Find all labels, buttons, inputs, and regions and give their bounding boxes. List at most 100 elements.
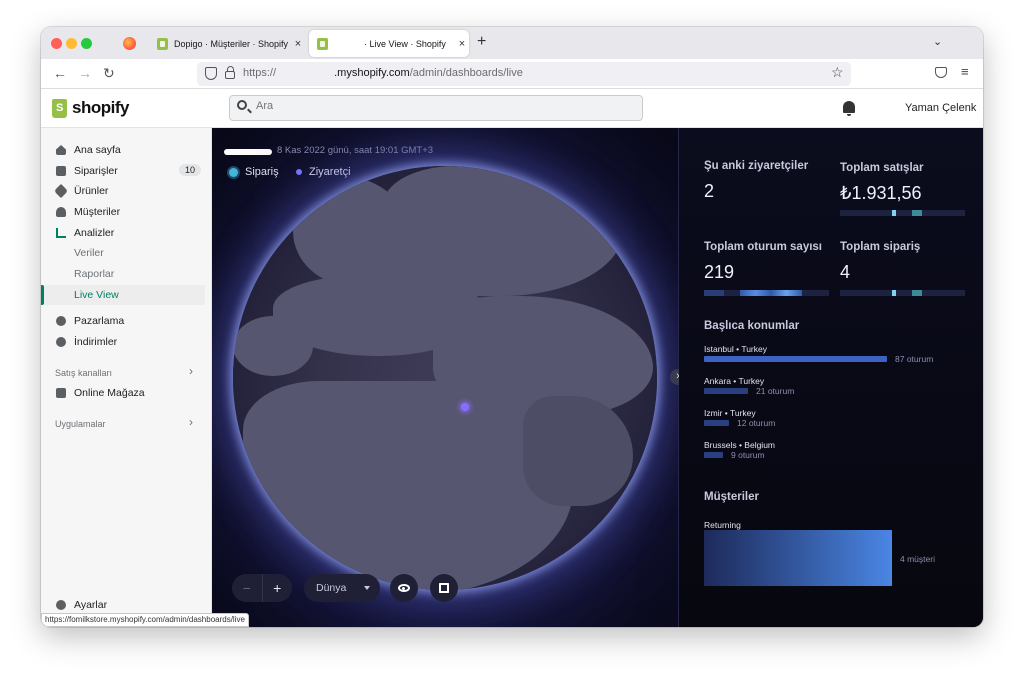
maximize-window-button[interactable] (81, 38, 92, 49)
firefox-icon (123, 37, 136, 50)
sidebar-item-reports-data[interactable]: Veriler (41, 243, 212, 263)
zoom-out-button[interactable]: − (232, 580, 262, 596)
close-tab-icon[interactable]: × (455, 38, 469, 50)
visibility-toggle-button[interactable] (390, 574, 418, 602)
total-orders-label: Toplam sipariş (840, 241, 921, 253)
browser-window: Dopigo · Müşteriler · Shopify × · Live V… (41, 27, 983, 627)
location-session-count: 12 oturum (737, 418, 776, 428)
top-locations-heading: Başlıca konumlar (704, 320, 800, 332)
sidebar-item-orders[interactable]: Siparişler 10 (41, 161, 212, 181)
total-sales-label: Toplam satışlar (840, 162, 924, 174)
back-arrow-icon[interactable]: ← (53, 65, 67, 81)
url-text[interactable]: https:// .myshopify.com/admin/dashboards… (243, 67, 523, 79)
sidebar-item-settings[interactable]: Ayarlar (41, 595, 212, 615)
sales-sparkline (840, 210, 965, 216)
menu-icon[interactable]: ≡ (961, 64, 969, 79)
tag-icon (53, 183, 69, 199)
location-session-count: 21 oturum (756, 386, 795, 396)
sidebar-item-live-view[interactable]: Live View (41, 285, 205, 305)
sidebar-item-label: Ana sayfa (74, 144, 121, 156)
visitor-dot-icon (296, 169, 302, 175)
sidebar-item-label: Online Mağaza (74, 387, 145, 399)
current-visitors-value: 2 (704, 181, 715, 201)
legend-orders-label: Sipariş (245, 166, 279, 178)
notification-bell-icon[interactable] (843, 101, 855, 116)
location-name: Istanbul • Turkey (704, 344, 767, 354)
sidebar-item-products[interactable]: Ürünler (41, 181, 212, 201)
sidebar-item-discounts[interactable]: İndirimler (41, 332, 212, 352)
tab-strip: Dopigo · Müşteriler · Shopify × · Live V… (41, 27, 983, 59)
visitor-location-marker[interactable] (461, 403, 469, 411)
sparkline-segment (704, 290, 724, 296)
search-input[interactable] (256, 100, 626, 112)
shopify-bag-icon (52, 98, 67, 118)
tab-customers[interactable]: Dopigo · Müşteriler · Shopify × (149, 30, 305, 57)
url-prefix: https:// (243, 67, 277, 79)
search-icon (237, 100, 247, 110)
zoom-in-button[interactable]: + (263, 580, 293, 596)
zoom-control: − + (232, 574, 292, 602)
location-session-bar (704, 420, 729, 426)
sidebar-item-label: Analizler (74, 227, 115, 239)
location-session-count: 9 oturum (731, 450, 765, 460)
sidebar-item-label: Live View (74, 289, 119, 301)
sidebar-item-label: Müşteriler (74, 206, 121, 218)
apps-heading: Uygulamalar (55, 419, 106, 429)
caret-down-icon (364, 586, 370, 590)
tab-live-view[interactable]: · Live View · Shopify × (309, 30, 469, 57)
sidebar-item-customers[interactable]: Müşteriler (41, 202, 212, 222)
sidebar-item-label: Ürünler (74, 185, 109, 197)
order-dot-icon (229, 167, 238, 177)
person-icon (56, 207, 66, 217)
metrics-panel: Şu anki ziyaretçiler 2 Toplam satışlar ₺… (679, 128, 983, 627)
sidebar-item-reports[interactable]: Raporlar (41, 264, 212, 284)
shopify-topbar: shopify Yaman Çelenk (41, 89, 983, 128)
location-session-bar (704, 356, 887, 362)
minimize-window-button[interactable] (66, 38, 77, 49)
globe-panel: 8 Kas 2022 günü, saat 19:01 GMT+3 Sipari… (212, 128, 678, 627)
close-tab-icon[interactable]: × (291, 38, 305, 50)
gear-icon (56, 600, 66, 610)
view-select[interactable]: Dünya (304, 574, 380, 602)
world-globe[interactable] (233, 166, 657, 590)
sidebar-item-analytics[interactable]: Analizler (41, 223, 212, 243)
customers-heading: Müşteriler (704, 491, 759, 503)
sidebar-item-marketing[interactable]: Pazarlama (41, 311, 212, 331)
address-bar[interactable]: https:// .myshopify.com/admin/dashboards… (197, 62, 851, 86)
reload-icon[interactable]: ↻ (103, 65, 115, 82)
list-tabs-chevron-icon[interactable]: ⌄ (933, 35, 942, 48)
user-name[interactable]: Yaman Çelenk (905, 102, 976, 114)
shopify-logo[interactable]: shopify (52, 98, 129, 118)
sidebar-item-home[interactable]: Ana sayfa (41, 140, 212, 160)
fullscreen-icon (439, 583, 449, 593)
chevron-right-icon[interactable]: › (189, 364, 193, 378)
sales-channels-heading: Satış kanalları (55, 368, 113, 378)
new-tab-icon[interactable]: + (477, 33, 486, 51)
home-icon (56, 145, 66, 155)
bookmark-star-icon[interactable]: ☆ (831, 64, 844, 81)
pocket-icon[interactable] (935, 67, 947, 78)
search-bar[interactable] (229, 95, 643, 121)
total-sessions-value: 219 (704, 262, 735, 282)
sidebar-item-online-store[interactable]: Online Mağaza (41, 383, 212, 403)
close-window-button[interactable] (51, 38, 62, 49)
sparkline-segment (892, 290, 896, 296)
legend-orders: Sipariş (229, 166, 279, 178)
sidebar-item-label: Ayarlar (74, 599, 108, 611)
sidebar-item-label: İndirimler (74, 336, 118, 348)
link-status-bar: https://fomilkstore.myshopify.com/admin/… (41, 613, 249, 627)
logo-text: shopify (72, 98, 129, 117)
shopify-favicon-icon (317, 37, 328, 50)
tracking-shield-icon[interactable] (205, 67, 217, 80)
live-date-text: 8 Kas 2022 günü, saat 19:01 GMT+3 (277, 145, 434, 156)
marketing-icon (56, 316, 66, 326)
land-iberia (233, 316, 313, 376)
fullscreen-button[interactable] (430, 574, 458, 602)
current-visitors-label: Şu anki ziyaretçiler (704, 160, 809, 172)
discount-icon (56, 337, 66, 347)
lock-icon[interactable] (225, 66, 235, 79)
chevron-right-icon[interactable]: › (189, 415, 193, 429)
sparkline-segment (912, 210, 922, 216)
forward-arrow-icon[interactable]: → (78, 65, 92, 81)
location-name: Ankara • Turkey (704, 376, 765, 386)
